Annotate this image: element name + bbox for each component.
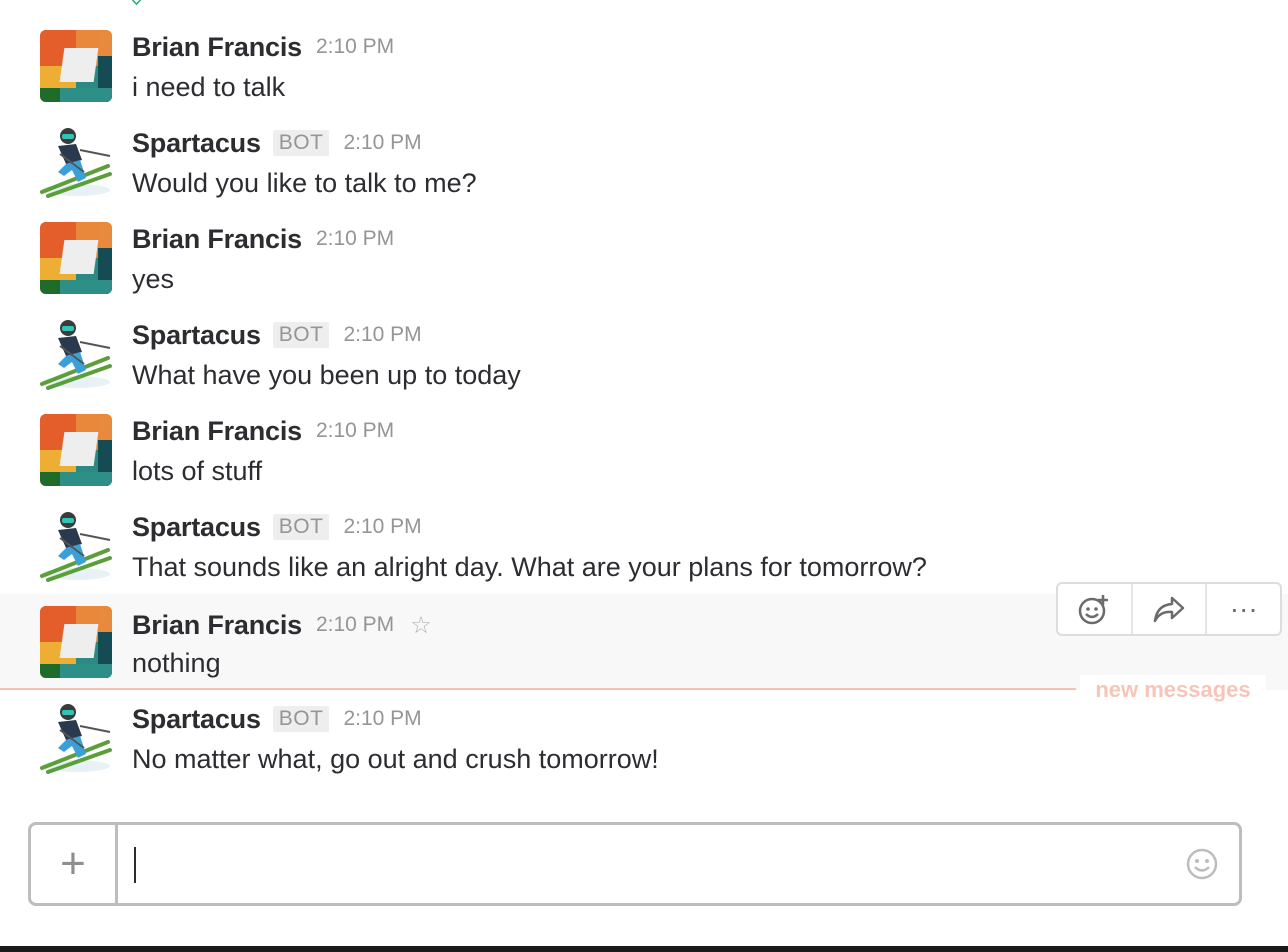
author-name[interactable]: Spartacus [132, 704, 261, 735]
avatar[interactable] [40, 414, 112, 486]
message-header: Spartacus BOT 2:10 PM [132, 318, 422, 352]
author-name[interactable]: Spartacus [132, 128, 261, 159]
message-header: Brian Francis 2:10 PM ☆ [132, 608, 432, 642]
message-timestamp[interactable]: 2:10 PM [316, 613, 394, 637]
plus-icon: + [60, 839, 86, 888]
message-actions-toolbar: ··· [1056, 582, 1282, 636]
star-icon[interactable]: ☆ [410, 611, 432, 640]
message-timestamp[interactable]: 2:10 PM [343, 131, 421, 155]
message-timestamp[interactable]: 2:10 PM [316, 35, 394, 59]
message-input-area[interactable] [118, 825, 1239, 905]
skier-icon [40, 128, 112, 198]
message-header: Spartacus BOT 2:10 PM [132, 702, 422, 736]
message-composer: + [28, 822, 1242, 906]
message-item[interactable]: Spartacus BOT 2:10 PM That sounds like a… [0, 480, 1288, 582]
message-item[interactable]: Spartacus BOT 2:10 PM No matter what, go… [0, 672, 1288, 774]
add-reaction-icon [1079, 595, 1109, 625]
author-name[interactable]: Brian Francis [132, 224, 302, 255]
author-name[interactable]: Spartacus [132, 512, 261, 543]
message-timestamp[interactable]: 2:10 PM [343, 707, 421, 731]
more-actions-button[interactable]: ··· [1207, 584, 1280, 634]
add-reaction-button[interactable] [1058, 584, 1133, 634]
message-header: Spartacus BOT 2:10 PM [132, 126, 422, 160]
message-item[interactable]: Brian Francis 2:10 PM lots of stuff [0, 384, 1288, 486]
message-item[interactable]: Brian Francis 2:10 PM yes [0, 192, 1288, 294]
bot-badge: BOT [272, 130, 330, 156]
attach-file-button[interactable]: + [31, 825, 118, 903]
window-bottom-edge [0, 946, 1288, 952]
message-header: Spartacus BOT 2:10 PM [132, 510, 422, 544]
message-item[interactable]: Brian Francis 2:10 PM i need to talk [0, 0, 1288, 102]
author-name[interactable]: Brian Francis [132, 32, 302, 63]
smiley-icon[interactable] [1185, 847, 1219, 881]
message-item[interactable]: Spartacus BOT 2:10 PM What have you been… [0, 288, 1288, 390]
message-text: No matter what, go out and crush tomorro… [132, 744, 659, 774]
avatar[interactable] [40, 606, 112, 678]
message-header: Brian Francis 2:10 PM [132, 30, 394, 64]
avatar[interactable] [40, 702, 112, 774]
skier-icon [40, 512, 112, 582]
share-icon [1153, 596, 1185, 623]
more-actions-icon: ··· [1229, 593, 1258, 624]
message-header: Brian Francis 2:10 PM [132, 222, 394, 256]
message-timestamp[interactable]: 2:10 PM [316, 419, 394, 443]
author-name[interactable]: Brian Francis [132, 610, 302, 641]
skier-icon [40, 320, 112, 390]
bot-badge: BOT [272, 322, 330, 348]
message-timestamp[interactable]: 2:10 PM [343, 515, 421, 539]
author-name[interactable]: Spartacus [132, 320, 261, 351]
message-pane: Brian Francis 2:10 PM i need to talk Spa… [0, 0, 1288, 952]
avatar[interactable] [40, 510, 112, 582]
avatar[interactable] [40, 222, 112, 294]
bot-badge: BOT [272, 706, 330, 732]
message-header: Brian Francis 2:10 PM [132, 414, 394, 448]
message-timestamp[interactable]: 2:10 PM [343, 323, 421, 347]
message-item[interactable]: Spartacus BOT 2:10 PM Would you like to … [0, 96, 1288, 198]
avatar[interactable] [40, 126, 112, 198]
text-cursor [134, 847, 136, 883]
avatar[interactable] [40, 318, 112, 390]
skier-icon [40, 704, 112, 774]
bot-badge: BOT [272, 514, 330, 540]
avatar[interactable] [40, 30, 112, 102]
message-input[interactable] [138, 825, 1182, 905]
message-timestamp[interactable]: 2:10 PM [316, 227, 394, 251]
message-text: That sounds like an alright day. What ar… [132, 552, 927, 582]
share-message-button[interactable] [1133, 584, 1208, 634]
author-name[interactable]: Brian Francis [132, 416, 302, 447]
